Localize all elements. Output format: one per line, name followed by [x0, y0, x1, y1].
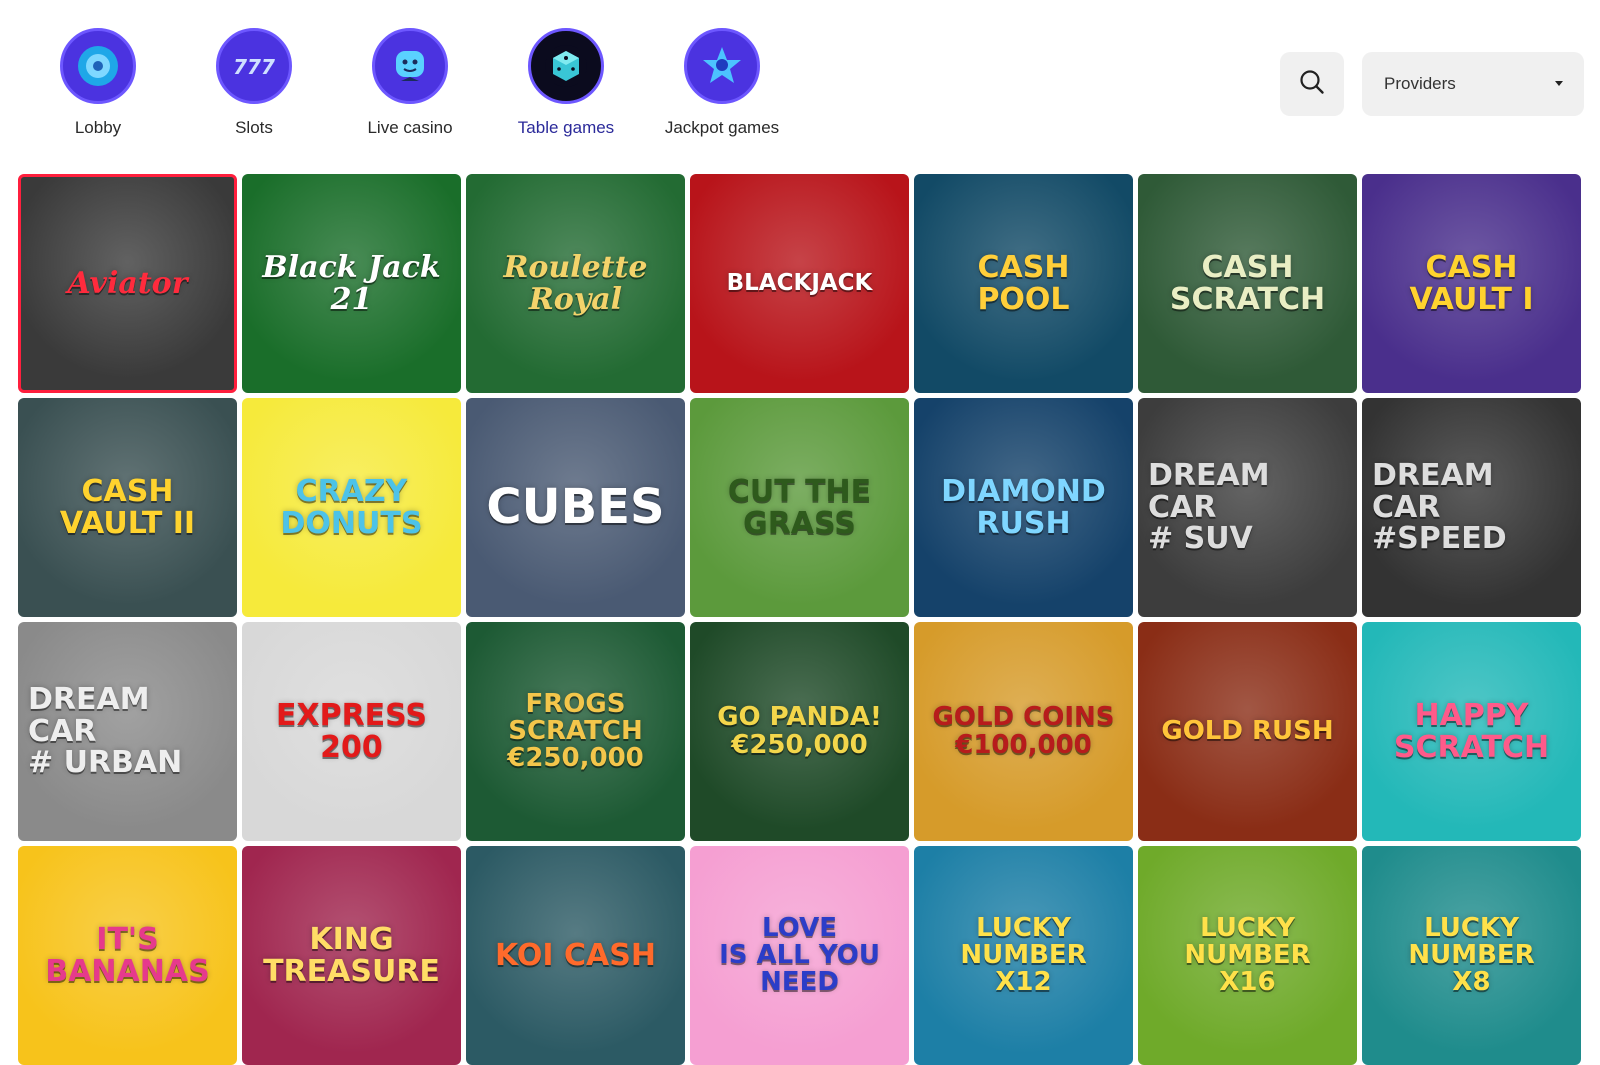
- game-tile[interactable]: CASH VAULT II: [18, 398, 237, 617]
- game-tile[interactable]: DIAMOND RUSH: [914, 398, 1133, 617]
- category-nav: Lobby 777 Slots Live casino Table games Jackp…: [20, 28, 800, 138]
- game-title: DIAMOND RUSH: [941, 474, 1106, 541]
- game-title: CASH VAULT II: [59, 474, 196, 541]
- game-title: LUCKY NUMBER X12: [960, 912, 1087, 998]
- slot-777-icon: 777: [216, 28, 292, 104]
- caret-down-icon: [1554, 75, 1564, 93]
- game-title: DREAM CAR # SUV: [1148, 458, 1270, 557]
- cat-live-casino[interactable]: Live casino: [332, 28, 488, 138]
- game-title: DREAM CAR #SPEED: [1372, 458, 1507, 557]
- category-label: Lobby: [74, 118, 122, 137]
- game-tile[interactable]: Roulette Royal: [466, 174, 685, 393]
- search-icon: [1299, 69, 1325, 100]
- chip-icon: [60, 28, 136, 104]
- category-label: Slots: [235, 118, 273, 137]
- category-label: Jackpot games: [664, 118, 780, 137]
- star-icon: [684, 28, 760, 104]
- game-tile[interactable]: KING TREASURE: [242, 846, 461, 1065]
- game-tile[interactable]: HAPPY SCRATCH: [1362, 622, 1581, 841]
- game-title: HAPPY SCRATCH: [1393, 698, 1550, 765]
- game-tile[interactable]: CUBES: [466, 398, 685, 617]
- game-title: Black Jack 21: [262, 250, 441, 317]
- game-title: KING TREASURE: [263, 922, 440, 989]
- game-title: CASH VAULT I: [1409, 250, 1534, 317]
- search-button[interactable]: [1280, 52, 1344, 116]
- game-title: Roulette Royal: [503, 250, 648, 317]
- dice-icon: [528, 28, 604, 104]
- providers-dropdown[interactable]: Providers: [1362, 52, 1584, 116]
- game-title: DREAM CAR # URBAN: [28, 682, 183, 781]
- game-tile[interactable]: IT'S BANANAS: [18, 846, 237, 1065]
- game-tile[interactable]: CASH VAULT I: [1362, 174, 1581, 393]
- cat-jackpot-games[interactable]: Jackpot games: [644, 28, 800, 138]
- game-title: LOVE IS ALL YOU NEED: [719, 912, 880, 998]
- game-title: GO PANDA! €250,000: [717, 702, 882, 760]
- game-tile[interactable]: GOLD COINS €100,000: [914, 622, 1133, 841]
- game-tile[interactable]: CUT THE GRASS: [690, 398, 909, 617]
- game-tile[interactable]: GOLD RUSH: [1138, 622, 1357, 841]
- game-title: FROGS SCRATCH €250,000: [507, 688, 644, 774]
- svg-text:777: 777: [233, 55, 275, 79]
- game-tile[interactable]: LOVE IS ALL YOU NEED: [690, 846, 909, 1065]
- game-tile[interactable]: CASH SCRATCH: [1138, 174, 1357, 393]
- game-tile[interactable]: GO PANDA! €250,000: [690, 622, 909, 841]
- cat-table-games[interactable]: Table games: [488, 28, 644, 138]
- game-title: GOLD COINS €100,000: [932, 702, 1115, 760]
- game-title: CUT THE GRASS: [727, 474, 872, 541]
- category-label: Table games: [517, 118, 615, 137]
- game-tile[interactable]: EXPRESS 200: [242, 622, 461, 841]
- game-tile[interactable]: Black Jack 21: [242, 174, 461, 393]
- game-tile[interactable]: BLACKJACK: [690, 174, 909, 393]
- game-tile[interactable]: DREAM CAR # SUV: [1138, 398, 1357, 617]
- game-tile[interactable]: LUCKY NUMBER X8: [1362, 846, 1581, 1065]
- category-label: Live casino: [367, 118, 453, 137]
- game-title: Aviator: [67, 265, 188, 301]
- game-tile[interactable]: CASH POOL: [914, 174, 1133, 393]
- game-title: CRAZY DONUTS: [280, 474, 423, 541]
- game-title: IT'S BANANAS: [45, 922, 210, 989]
- game-tile[interactable]: CRAZY DONUTS: [242, 398, 461, 617]
- cat-slots[interactable]: 777 Slots: [176, 28, 332, 138]
- game-tile[interactable]: DREAM CAR # URBAN: [18, 622, 237, 841]
- game-title: KOI CASH: [495, 937, 656, 973]
- game-tile[interactable]: Aviator: [18, 174, 237, 393]
- game-title: BLACKJACK: [726, 270, 873, 297]
- game-title: EXPRESS 200: [275, 698, 428, 765]
- game-title: LUCKY NUMBER X8: [1408, 912, 1535, 998]
- game-tile[interactable]: FROGS SCRATCH €250,000: [466, 622, 685, 841]
- game-tile[interactable]: KOI CASH: [466, 846, 685, 1065]
- providers-label: Providers: [1384, 74, 1456, 93]
- robot-dealer-icon: [372, 28, 448, 104]
- cat-lobby[interactable]: Lobby: [20, 28, 176, 138]
- game-title: LUCKY NUMBER X16: [1184, 912, 1311, 998]
- game-tile[interactable]: LUCKY NUMBER X12: [914, 846, 1133, 1065]
- game-grid: Aviator Black Jack 21 Roulette Royal BLACKJ…: [18, 174, 1581, 1065]
- game-tile[interactable]: LUCKY NUMBER X16: [1138, 846, 1357, 1065]
- game-title: CASH SCRATCH: [1169, 250, 1326, 317]
- game-tile[interactable]: DREAM CAR #SPEED: [1362, 398, 1581, 617]
- game-title: CASH POOL: [977, 250, 1070, 317]
- game-title: GOLD RUSH: [1161, 715, 1334, 746]
- game-title: CUBES: [486, 479, 665, 536]
